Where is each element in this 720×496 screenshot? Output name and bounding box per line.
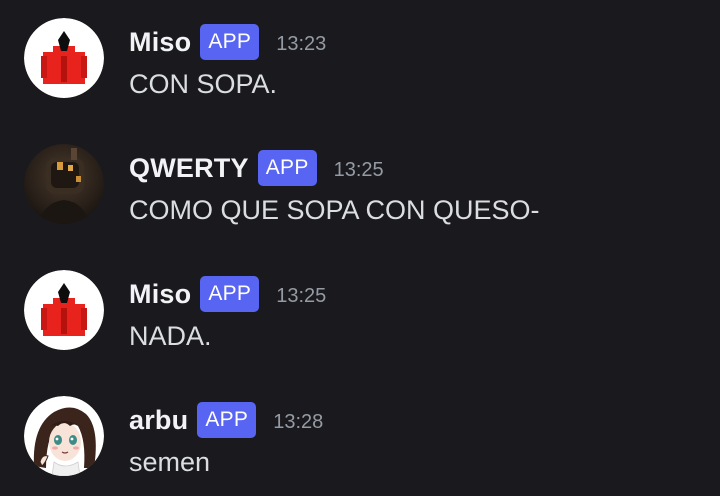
message-item: arbu APP 13:28 semen (0, 396, 720, 496)
message-header: QWERTY APP 13:25 (129, 148, 384, 188)
anime-girl-avatar-icon (24, 396, 104, 476)
red-figure-avatar-icon (24, 270, 104, 350)
username[interactable]: Miso (129, 279, 191, 310)
avatar[interactable] (24, 144, 104, 224)
timestamp[interactable]: 13:25 (334, 155, 384, 182)
timestamp[interactable]: 13:23 (276, 29, 326, 56)
message-header: arbu APP 13:28 (129, 400, 323, 440)
dark-helmet-avatar-icon (24, 144, 104, 224)
app-badge: APP (197, 402, 257, 438)
message-header: Miso APP 13:25 (129, 274, 326, 314)
username[interactable]: QWERTY (129, 153, 249, 184)
message-item: QWERTY APP 13:25 COMO QUE SOPA CON QUESO… (0, 144, 720, 244)
red-figure-avatar-icon (24, 18, 104, 98)
message-item: Miso APP 13:25 NADA. (0, 270, 720, 370)
message-list: Miso APP 13:23 CON SOPA. QWERTY APP 13:2… (0, 0, 720, 492)
avatar[interactable] (24, 396, 104, 476)
message-content: COMO QUE SOPA CON QUESO- (129, 195, 540, 225)
timestamp[interactable]: 13:25 (276, 281, 326, 308)
avatar[interactable] (24, 18, 104, 98)
app-badge: APP (200, 276, 260, 312)
timestamp[interactable]: 13:28 (273, 407, 323, 434)
message-content: NADA. (129, 321, 212, 351)
app-badge: APP (200, 24, 260, 60)
message-content: CON SOPA. (129, 69, 278, 99)
username[interactable]: arbu (129, 405, 188, 436)
avatar[interactable] (24, 270, 104, 350)
app-badge: APP (257, 150, 317, 186)
message-item: Miso APP 13:23 CON SOPA. (0, 18, 720, 118)
username[interactable]: Miso (129, 27, 191, 58)
message-content: semen (129, 447, 211, 477)
message-header: Miso APP 13:23 (129, 22, 326, 62)
